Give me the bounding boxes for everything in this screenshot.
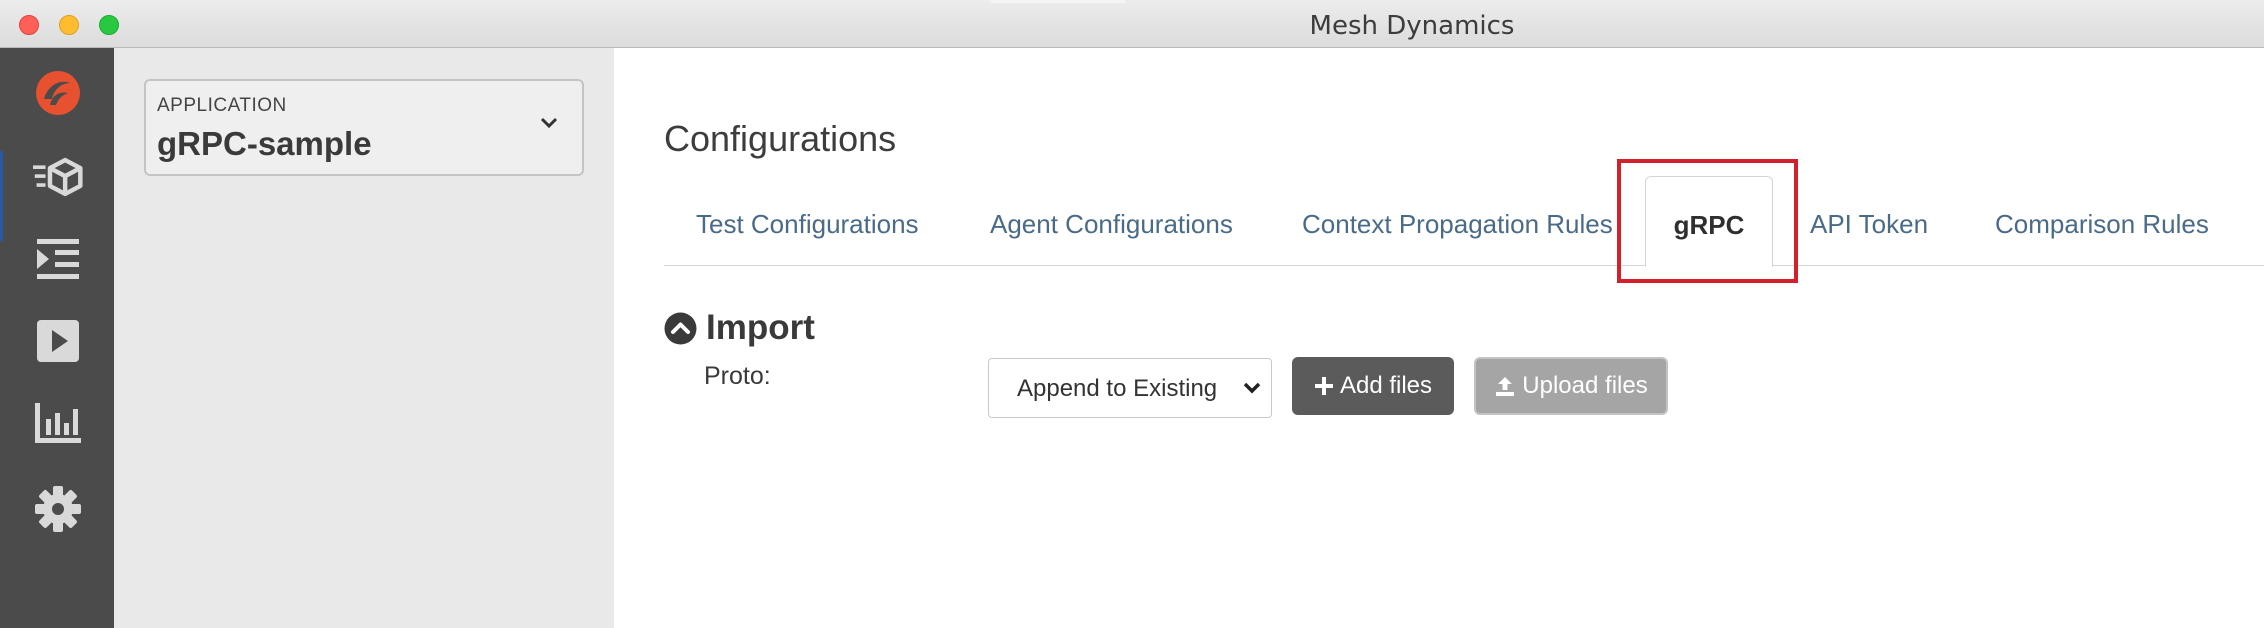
plus-icon [1314, 376, 1334, 396]
play-icon[interactable] [33, 316, 83, 366]
tab-api-token[interactable]: API Token [1810, 176, 1928, 266]
chevron-up-circle-icon[interactable] [664, 312, 697, 345]
bar-chart-icon[interactable] [33, 398, 83, 448]
list-indent-icon[interactable] [33, 234, 83, 284]
upload-files-label: Upload files [1522, 372, 1648, 399]
tab-context-propagation-rules[interactable]: Context Propagation Rules [1302, 176, 1613, 266]
upload-icon [1494, 375, 1516, 397]
chevron-down-icon [540, 117, 558, 129]
window-title: Mesh Dynamics [1309, 11, 1515, 41]
window-title-bar: Mesh Dynamics [0, 0, 2264, 48]
application-label: APPLICATION [157, 95, 287, 116]
main-content: Configurations Test Configurations Agent… [614, 48, 2264, 628]
logo-icon[interactable] [33, 68, 83, 118]
nav-rail [0, 48, 114, 628]
import-mode-value: Append to Existing [1017, 375, 1218, 402]
tab-comparison-rules[interactable]: Comparison Rules [1995, 176, 2209, 266]
page-title: Configurations [664, 118, 897, 159]
nav-active-marker [0, 151, 3, 241]
import-heading: Import [706, 308, 815, 347]
application-select[interactable]: APPLICATION gRPC-sample [144, 79, 584, 176]
tab-grpc[interactable]: gRPC [1645, 176, 1773, 267]
gear-icon[interactable] [33, 484, 83, 534]
upload-files-button[interactable]: Upload files [1474, 357, 1668, 415]
chevron-down-icon [1243, 382, 1261, 394]
import-mode-select[interactable]: Append to Existing [988, 358, 1272, 418]
application-value: gRPC-sample [157, 125, 372, 162]
test-suite-icon[interactable] [33, 152, 83, 202]
side-panel: APPLICATION gRPC-sample [114, 48, 614, 628]
config-tabs: Test Configurations Agent Configurations… [664, 176, 2264, 267]
add-files-label: Add files [1339, 372, 1433, 399]
tab-agent-configurations[interactable]: Agent Configurations [990, 176, 1233, 266]
proto-label: Proto: [704, 362, 771, 390]
add-files-button[interactable]: Add files [1292, 357, 1454, 415]
tab-test-configurations[interactable]: Test Configurations [696, 176, 919, 266]
